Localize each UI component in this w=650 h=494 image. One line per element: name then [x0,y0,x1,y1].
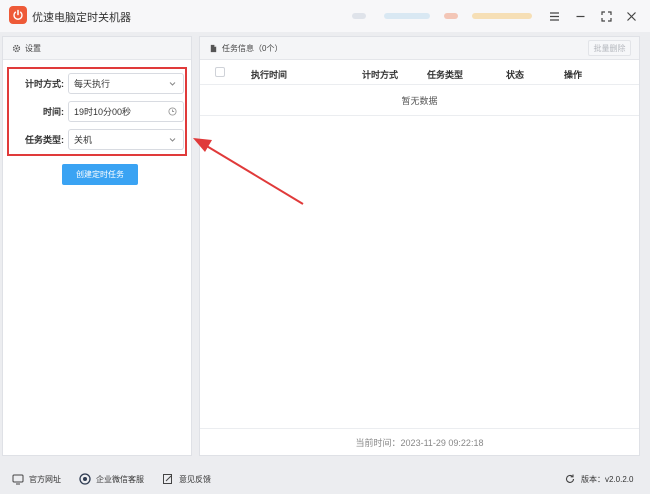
create-task-button[interactable]: 创建定时任务 [62,164,138,185]
minimize-icon[interactable] [572,8,588,24]
chevron-down-icon [168,135,177,144]
blurred-account-info [352,13,366,19]
task-header: 任务信息（0个） 批量删除 [200,37,639,60]
task-type-select[interactable]: 关机 [68,128,184,150]
time-label: 时间: [43,106,64,117]
task-panel: 任务信息（0个） 批量删除 执行时间 计时方式 任务类型 状态 操作 暂无数据 … [199,36,640,456]
version-label: 版本：v2.0.2.0 [581,474,634,484]
timing-mode-row: 计时方式: 每天执行 [9,72,189,94]
chevron-down-icon [168,79,177,88]
blurred-account-info [384,13,430,19]
empty-state: 暂无数据 [200,86,639,116]
website-link[interactable]: 官方网址 [12,473,61,485]
task-type-value: 关机 [74,134,93,145]
select-all-checkbox[interactable] [215,67,225,77]
settings-header-label: 设置 [25,43,41,53]
document-icon [209,44,218,53]
website-label: 官方网址 [29,474,61,484]
timing-mode-select[interactable]: 每天执行 [68,72,184,94]
title-bar: 优速电脑定时关机器 [0,0,650,32]
edit-icon [162,473,174,485]
task-type-label: 任务类型: [25,134,64,145]
time-row: 时间: 19时10分00秒 [9,100,189,122]
settings-panel: 设置 计时方式: 每天执行 时间: 19时10分00秒 任务类型: 关机 创建定… [2,36,192,456]
refresh-icon [564,473,576,485]
batch-delete-button[interactable]: 批量删除 [588,40,631,56]
column-status: 状态 [506,70,525,80]
status-bar: 官方网址 企业微信客服 意见反馈 版本：v2.0.2.0 [0,465,650,494]
task-type-row: 任务类型: 关机 [9,128,189,150]
clock-icon [168,106,177,116]
task-header-label: 任务信息（0个） [222,43,283,53]
column-timing-mode: 计时方式 [362,70,399,80]
blurred-account-info [444,13,458,19]
wechat-support-link[interactable]: 企业微信客服 [79,473,144,485]
power-icon [9,6,27,24]
time-value: 19时10分00秒 [74,106,132,117]
blurred-account-info [472,13,532,19]
feedback-link[interactable]: 意见反馈 [162,473,211,485]
timing-mode-label: 计时方式: [25,78,64,89]
fullscreen-icon[interactable] [598,8,614,24]
version-info[interactable]: 版本：v2.0.2.0 [564,473,633,485]
time-input[interactable]: 19时10分00秒 [68,100,184,122]
current-time: 当前时间：2023-11-29 09:22:18 [200,428,639,455]
close-icon[interactable] [623,8,639,24]
column-execute-time: 执行时间 [251,70,288,80]
table-header: 执行时间 计时方式 任务类型 状态 操作 [200,61,639,85]
gear-icon [12,44,21,53]
feedback-label: 意见反馈 [179,474,211,484]
window-title: 优速电脑定时关机器 [32,12,131,24]
column-actions: 操作 [564,70,583,80]
wechat-support-label: 企业微信客服 [96,474,144,484]
menu-icon[interactable] [546,8,562,24]
annotation-highlight-box: 计时方式: 每天执行 时间: 19时10分00秒 任务类型: 关机 [7,67,187,156]
chat-icon [79,473,91,485]
settings-header: 设置 [3,37,191,60]
timing-mode-value: 每天执行 [74,78,111,89]
monitor-icon [12,473,24,485]
column-task-type: 任务类型 [427,70,464,80]
